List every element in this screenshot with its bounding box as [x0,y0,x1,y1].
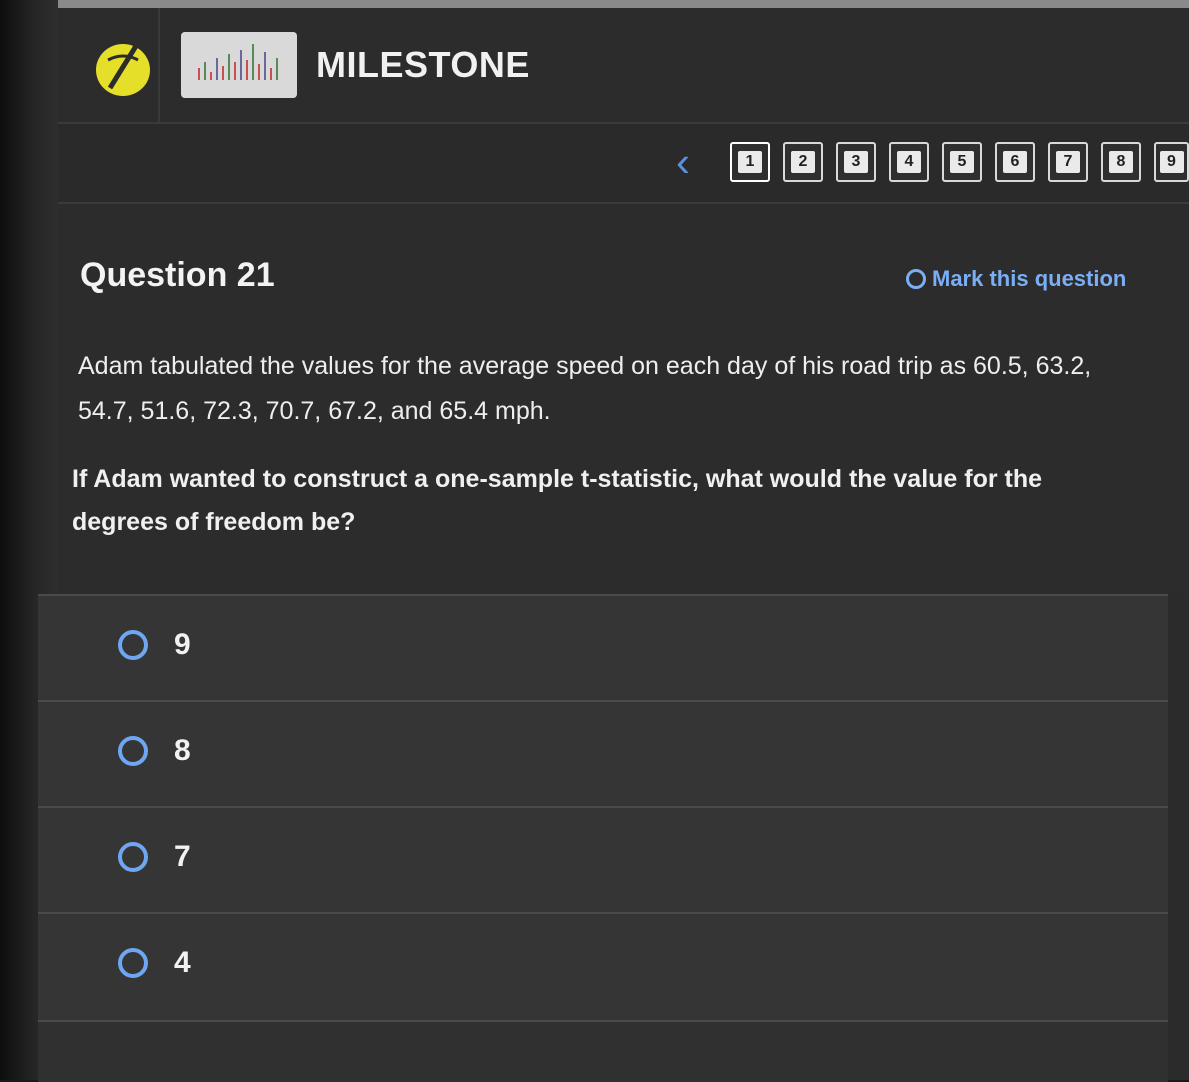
answer-choice[interactable]: 4 [38,912,1168,1020]
answer-choice-label: 9 [174,628,191,661]
mark-question-label: Mark this question [932,266,1127,291]
answer-choice-label: 7 [174,840,191,873]
footer-strip [38,1020,1168,1082]
answer-choice-label: 4 [174,946,191,979]
page-button-6[interactable]: 6 [995,142,1035,182]
radio-button[interactable] [118,842,148,872]
header-divider [158,8,160,122]
chevron-left-icon[interactable]: ‹ [676,141,706,183]
brand-logo-icon[interactable] [88,36,158,102]
circle-icon [906,269,926,289]
page-number: 9 [1159,151,1184,173]
app-header: MILESTONE [58,8,1189,124]
answer-choice[interactable]: 8 [38,700,1168,808]
question-stem: Adam tabulated the values for the averag… [78,352,1092,425]
page-button-3[interactable]: 3 [836,142,876,182]
answer-choice-label: 8 [174,734,191,767]
answer-choices: 9 8 7 4 [38,594,1189,1082]
page-number: 7 [1056,151,1080,173]
monitor-top-edge [58,0,1189,8]
page-button-5[interactable]: 5 [942,142,982,182]
page-button-4[interactable]: 4 [889,142,929,182]
page-number: 5 [950,151,974,173]
page-button-1[interactable]: 1 [730,142,770,182]
page-button-7[interactable]: 7 [1048,142,1088,182]
page-button-9[interactable]: 9 [1154,142,1189,182]
page-number: 8 [1109,151,1133,173]
page-number: 4 [897,151,921,173]
mark-question-button[interactable]: Mark this question [906,266,1126,292]
question-pager: ‹ 1 2 3 4 5 6 7 8 9 [58,124,1189,204]
radio-button[interactable] [118,948,148,978]
app-screen: MILESTONE ‹ 1 2 3 4 5 6 7 8 9 Question 2… [38,8,1189,1082]
radio-button[interactable] [118,736,148,766]
app-title: MILESTONE [316,44,530,85]
page-button-8[interactable]: 8 [1101,142,1141,182]
page-number: 1 [738,151,762,173]
radio-button[interactable] [118,630,148,660]
page-number: 2 [791,151,815,173]
question-prompt: If Adam wanted to construct a one-sample… [72,465,1043,536]
question-title: Question 21 [80,256,275,294]
course-thumbnail [181,32,297,98]
answer-choice[interactable]: 7 [38,806,1168,914]
page-button-2[interactable]: 2 [783,142,823,182]
page-number: 3 [844,151,868,173]
answer-choice[interactable]: 9 [38,594,1168,702]
question-panel: Question 21 Mark this question Adam tabu… [58,204,1189,594]
page-number: 6 [1003,151,1027,173]
